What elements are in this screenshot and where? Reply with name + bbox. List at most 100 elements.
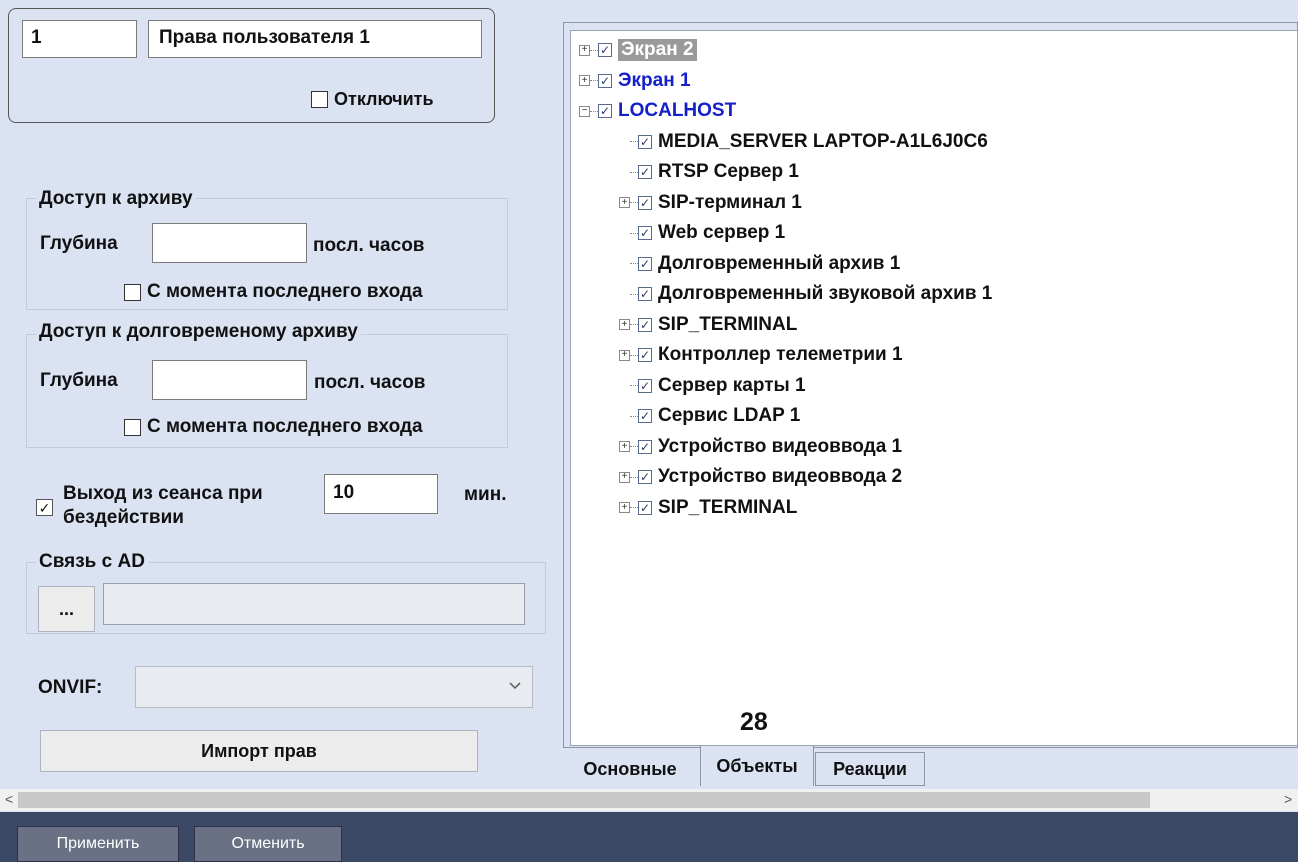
name-field[interactable]: Права пользователя 1 — [148, 20, 482, 58]
tree-item-checkbox[interactable]: ✓ — [638, 317, 652, 332]
archive-since-login-checkbox[interactable] — [124, 283, 141, 301]
tree-item[interactable]: + ✓ SIP-терминал 1 — [619, 189, 802, 217]
expand-icon[interactable]: + — [579, 44, 590, 56]
tree-item[interactable]: ✓ RTSP Сервер 1 — [619, 158, 799, 186]
tree-item-checkbox[interactable]: ✓ — [598, 73, 612, 88]
tree-item-checkbox[interactable]: ✓ — [598, 43, 612, 57]
ad-browse-button[interactable]: ... — [38, 586, 95, 632]
long-archive-access-title: Доступ к долговременому архиву — [36, 321, 361, 343]
disable-checkbox-row[interactable]: Отключить — [311, 89, 434, 110]
tree-item[interactable]: ✓ Долговременный архив 1 — [619, 250, 900, 278]
expand-icon[interactable]: + — [619, 319, 630, 330]
tree-item-checkbox[interactable]: ✓ — [638, 287, 652, 301]
tree-item[interactable]: + ✓ Контроллер телеметрии 1 — [619, 341, 903, 369]
tree-connector — [630, 385, 638, 386]
tree-item[interactable]: ✓ Долговременный звуковой архив 1 — [619, 280, 992, 308]
tree-item-checkbox[interactable]: ✓ — [638, 165, 652, 179]
apply-button[interactable]: Применить — [17, 826, 179, 862]
ad-link-field[interactable] — [103, 583, 525, 625]
tree-item-checkbox[interactable]: ✓ — [638, 470, 652, 484]
scrollbar-thumb[interactable] — [18, 792, 1150, 808]
tab-objects[interactable]: Объекты — [700, 746, 814, 786]
tree-connector — [630, 354, 638, 356]
tree-connector — [630, 476, 638, 478]
tree-connector — [630, 415, 638, 417]
tree-item-label: SIP_TERMINAL — [658, 313, 798, 335]
tree-item-checkbox[interactable]: ✓ — [638, 439, 652, 454]
scroll-right-arrow-icon[interactable]: > — [1284, 791, 1292, 807]
tree-item-checkbox[interactable]: ✓ — [638, 348, 652, 362]
tree-connector — [630, 293, 638, 295]
scroll-left-arrow-icon[interactable]: < — [5, 791, 13, 807]
tree-item[interactable]: + ✓ SIP_TERMINAL — [619, 311, 797, 339]
tree-item[interactable]: ✓ Web сервер 1 — [619, 219, 785, 247]
tree-item-label: Устройство видеоввода 2 — [658, 466, 903, 487]
tree-item-checkbox[interactable]: ✓ — [598, 104, 612, 118]
tree-item-checkbox[interactable]: ✓ — [638, 226, 652, 240]
expand-icon[interactable]: + — [619, 349, 630, 361]
archive-access-title: Доступ к архиву — [36, 188, 196, 210]
objects-tree: + ✓ Экран 2 + ✓ Экран 1− ✓ LOCALHOST ✓ MEDIA_SERV… — [570, 30, 1298, 746]
tree-item-label: Экран 1 — [618, 69, 691, 91]
expand-icon[interactable]: + — [579, 75, 590, 86]
session-timeout-checkbox-wrap[interactable]: ✓ — [36, 499, 53, 518]
ad-link-title: Связь с AD — [36, 551, 148, 573]
archive-depth-input[interactable] — [152, 223, 307, 263]
tree-item[interactable]: + ✓ Экран 1 — [579, 67, 691, 95]
tree-connector — [630, 507, 638, 508]
tree-item-checkbox[interactable]: ✓ — [638, 500, 652, 515]
tree-item-checkbox[interactable]: ✓ — [638, 195, 652, 210]
tree-item-checkbox[interactable]: ✓ — [638, 256, 652, 271]
tree-item-label: SIP-терминал 1 — [658, 191, 802, 213]
tree-item[interactable]: + ✓ Устройство видеоввода 1 — [619, 433, 902, 461]
id-field[interactable]: 1 — [22, 20, 137, 58]
session-timeout-label-line2: бездействии — [63, 507, 184, 528]
tree-item[interactable]: ✓ Сервер карты 1 — [619, 372, 806, 400]
long-archive-since-login-label: С момента последнего входа — [147, 416, 423, 437]
tree-item[interactable]: ✓ Сервис LDAP 1 — [619, 402, 800, 430]
import-rights-button[interactable]: Импорт прав — [40, 730, 478, 772]
archive-since-login-row[interactable]: С момента последнего входа — [124, 281, 423, 303]
tree-item-label: Контроллер телеметрии 1 — [658, 344, 903, 365]
expand-icon[interactable]: + — [619, 502, 630, 513]
chevron-down-icon — [508, 679, 522, 693]
onvif-dropdown[interactable] — [135, 666, 533, 708]
expand-icon[interactable]: + — [619, 471, 630, 483]
archive-depth-label: Глубина — [40, 233, 118, 254]
session-timeout-label-line1: Выход из сеанса при — [63, 483, 263, 504]
long-archive-since-login-row[interactable]: С момента последнего входа — [124, 416, 423, 438]
tree-item-label: RTSP Сервер 1 — [658, 161, 799, 182]
tree-item-label: LOCALHOST — [618, 100, 737, 121]
collapse-icon[interactable]: − — [579, 105, 590, 117]
long-archive-since-login-checkbox[interactable] — [124, 418, 141, 436]
tree-item[interactable]: + ✓ SIP_TERMINAL — [619, 494, 797, 522]
tree-item-label: Экран 2 — [618, 39, 697, 61]
long-archive-depth-label: Глубина — [40, 370, 118, 391]
tree-item-checkbox[interactable]: ✓ — [638, 409, 652, 423]
tree-connector — [630, 263, 638, 264]
disable-checkbox[interactable] — [311, 91, 328, 108]
tree-item[interactable]: ✓ MEDIA_SERVER LAPTOP-A1L6J0C6 — [619, 128, 988, 156]
tree-item-checkbox[interactable]: ✓ — [638, 134, 652, 149]
expand-icon[interactable]: + — [619, 441, 630, 452]
tree-item[interactable]: − ✓ LOCALHOST — [579, 97, 736, 125]
tab-reactions[interactable]: Реакции — [815, 752, 925, 786]
tree-connector — [630, 232, 638, 234]
session-timeout-input[interactable]: 10 — [324, 474, 438, 514]
tree-item-label: MEDIA_SERVER LAPTOP-A1L6J0C6 — [658, 130, 988, 152]
tree-item-label: Долговременный звуковой архив 1 — [658, 283, 993, 304]
tree-item-label: SIP_TERMINAL — [658, 496, 798, 518]
horizontal-scrollbar[interactable]: < > — [0, 789, 1298, 811]
cancel-button[interactable]: Отменить — [194, 826, 342, 862]
long-archive-depth-input[interactable] — [152, 360, 307, 400]
archive-since-login-label: С момента последнего входа — [147, 281, 423, 302]
expand-icon[interactable]: + — [619, 197, 630, 208]
tree-item[interactable]: + ✓ Экран 2 — [579, 36, 697, 64]
tree-connector — [630, 446, 638, 447]
disable-label: Отключить — [334, 89, 434, 109]
archive-hours-label: посл. часов — [313, 235, 425, 256]
tree-item-checkbox[interactable]: ✓ — [638, 378, 652, 393]
tab-main[interactable]: Основные — [568, 752, 692, 786]
session-timeout-checkbox[interactable]: ✓ — [36, 499, 53, 516]
tree-item[interactable]: + ✓ Устройство видеоввода 2 — [619, 463, 902, 491]
